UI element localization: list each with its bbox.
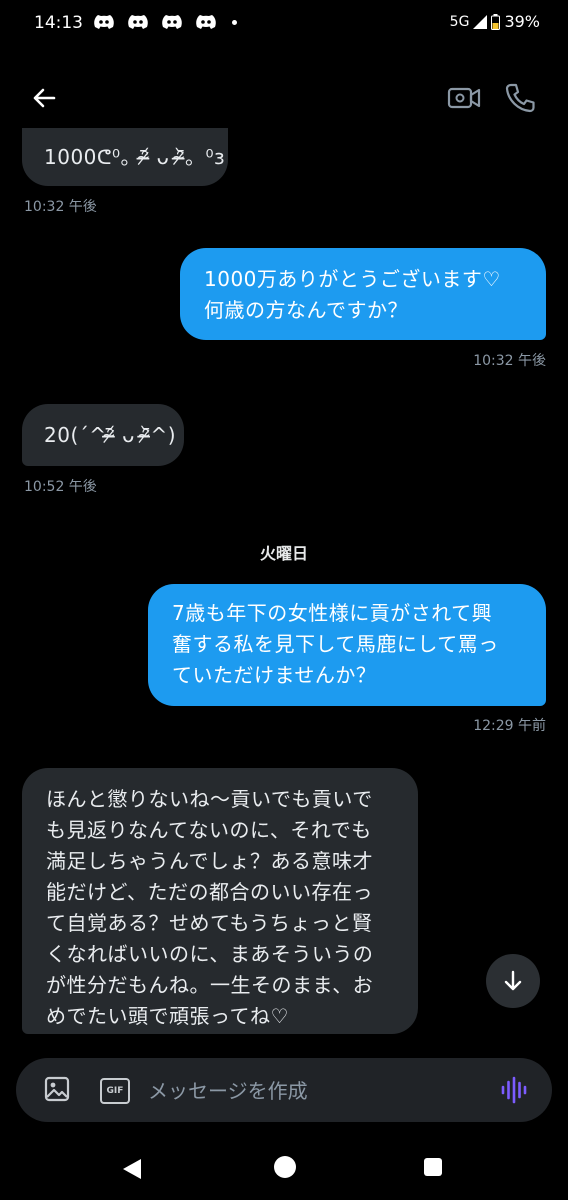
received-message: 20(ˊ^ᵔ̴̶̷᷄ ᴗ ᵔ̴̶̷᷅^): [22, 404, 184, 466]
message-text: 能だけど、ただの都合のいい存在っ: [46, 880, 373, 904]
day-divider: 火曜日: [259, 544, 308, 563]
nav-home-button[interactable]: [274, 1156, 296, 1178]
status-time: 14:13: [34, 13, 83, 33]
message-text: て自覚ある？せめてもうちょっと賢: [46, 911, 373, 935]
voice-wave-icon[interactable]: [500, 1076, 528, 1104]
nav-recents-button[interactable]: [424, 1158, 442, 1176]
message-input[interactable]: メッセージを作成: [148, 1075, 308, 1104]
phone-icon[interactable]: [502, 80, 538, 116]
message-text: 1000万ありがとうございます♡: [204, 267, 501, 291]
received-message: ほんと懲りないね〜貢いでも貢いで も見返りなんてないのに、それでも 満足しちゃう…: [22, 768, 418, 1034]
status-right: 5G 39%: [450, 12, 540, 31]
message-text: 20(ˊ^ᵔ̴̶̷᷄ ᴗ ᵔ̴̶̷᷅^): [44, 423, 177, 447]
sent-message: 7歳も年下の女性様に貢がされて興 奮する私を見下して馬鹿にして罵っ ていただけま…: [148, 584, 546, 706]
message-timestamp: 12:29 午前: [473, 718, 546, 734]
video-camera-icon[interactable]: [446, 82, 482, 114]
sent-message: 1000万ありがとうございます♡ 何歳の方なんですか？: [180, 248, 546, 340]
back-arrow-icon[interactable]: [28, 82, 60, 114]
received-message: 1000ᕦ⁰。ᵔ̴̶̷᷄ ᴗ ᵔ̴̶̷᷅。⁰з: [22, 128, 228, 186]
message-text: ていただけませんか？: [172, 663, 377, 687]
discord-icon: [94, 15, 114, 29]
message-text: 奮する私を見下して馬鹿にして罵っ: [172, 632, 499, 656]
message-text: 7歳も年下の女性様に貢がされて興: [172, 601, 493, 625]
system-navigation-bar: [0, 1134, 568, 1200]
more-notifications-dot: [232, 19, 237, 25]
battery-icon: [491, 13, 501, 30]
discord-icon: [128, 15, 148, 29]
nav-back-icon[interactable]: [120, 1158, 144, 1180]
message-text: くなればいいのに、まあそういうの: [46, 942, 374, 966]
message-text: が性分だもんね。一生そのまま、お: [46, 973, 374, 997]
message-text: めでたい頭で頑張ってね♡: [46, 1004, 289, 1028]
message-timestamp: 10:32 午後: [473, 353, 546, 369]
arrow-down-icon: [504, 970, 522, 991]
discord-icon: [196, 15, 216, 29]
message-text: も見返りなんてないのに、それでも: [46, 818, 372, 842]
message-text: 何歳の方なんですか？: [204, 298, 408, 322]
signal-icon: [473, 14, 488, 29]
image-icon[interactable]: [44, 1076, 70, 1102]
status-bar: 14:13 5G 39%: [0, 0, 568, 48]
network-type: 5G: [449, 13, 470, 30]
scroll-to-bottom-button[interactable]: [486, 954, 540, 1008]
message-timestamp: 10:52 午後: [24, 479, 97, 495]
discord-icon: [162, 15, 182, 29]
conversation-header: [0, 70, 568, 126]
message-text: ほんと懲りないね〜貢いでも貢いで: [46, 787, 373, 811]
gif-button[interactable]: GIF: [100, 1078, 130, 1104]
message-composer: GIF メッセージを作成: [16, 1058, 552, 1122]
notification-icons: [92, 13, 237, 31]
battery-percent: 39%: [504, 12, 540, 31]
message-text: 満足しちゃうんでしょ？ある意味才: [46, 849, 373, 873]
message-timestamp: 10:32 午後: [24, 199, 97, 215]
message-text: 1000ᕦ⁰。ᵔ̴̶̷᷄ ᴗ ᵔ̴̶̷᷅。⁰з: [44, 145, 226, 169]
